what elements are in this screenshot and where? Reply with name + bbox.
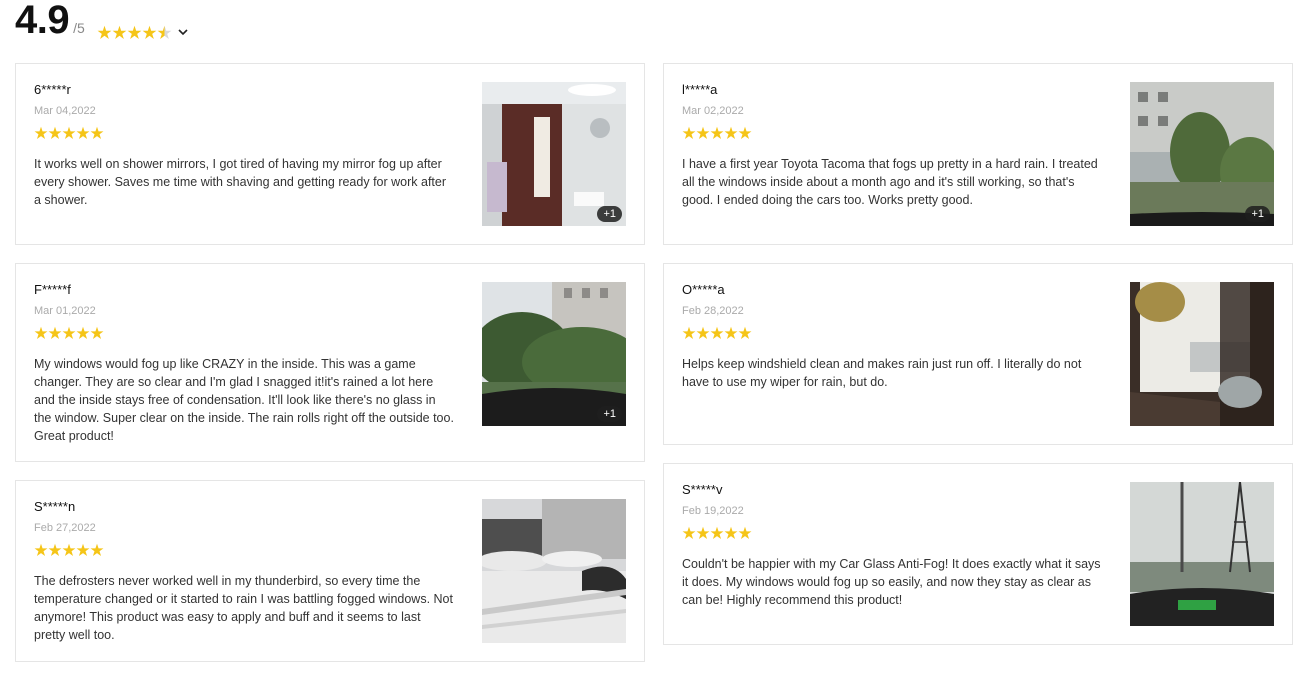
star-icon xyxy=(682,126,696,140)
more-photos-badge[interactable]: +1 xyxy=(597,206,622,222)
review-card: F*****f Mar 01,2022 My windows would fog … xyxy=(15,263,645,462)
review-date: Mar 01,2022 xyxy=(34,305,96,317)
star-icon xyxy=(710,126,724,140)
reviewer-name: 6*****r xyxy=(34,82,71,97)
review-card: S*****n Feb 27,2022 The defrosters never … xyxy=(15,480,645,662)
reviewer-name: O*****a xyxy=(682,282,725,297)
review-text: I have a first year Toyota Tacoma that f… xyxy=(682,157,1098,207)
star-icon xyxy=(696,526,710,540)
review-photo[interactable] xyxy=(482,499,626,643)
star-icon xyxy=(90,543,104,557)
review-text: Helps keep windshield clean and makes ra… xyxy=(682,357,1082,389)
more-photos-badge[interactable]: +1 xyxy=(597,406,622,422)
star-icon xyxy=(142,25,157,40)
star-icon xyxy=(696,326,710,340)
star-icon xyxy=(48,126,62,140)
reviewer-name: S*****v xyxy=(682,482,723,497)
review-text: Couldn't be happier with my Car Glass An… xyxy=(682,557,1101,607)
review-text: The defrosters never worked well in my t… xyxy=(34,574,453,642)
review-stars xyxy=(34,326,454,340)
star-icon xyxy=(34,543,48,557)
star-icon xyxy=(34,126,48,140)
star-icon xyxy=(724,526,738,540)
review-text: My windows would fog up like CRAZY in th… xyxy=(34,357,454,443)
review-body: S*****n Feb 27,2022 The defrosters never … xyxy=(34,499,454,644)
star-icon xyxy=(48,543,62,557)
reviews-column-left: 6*****r Mar 04,2022 It works well on show… xyxy=(15,63,645,680)
review-stars xyxy=(682,126,1102,140)
star-icon xyxy=(724,126,738,140)
star-icon xyxy=(682,526,696,540)
review-stars xyxy=(682,326,1102,340)
rating-summary: 4.9 /5 xyxy=(15,0,188,44)
score-max: /5 xyxy=(73,20,85,36)
star-icon xyxy=(90,126,104,140)
star-icon xyxy=(710,526,724,540)
chevron-down-icon[interactable] xyxy=(178,25,188,39)
more-photos-badge[interactable]: +1 xyxy=(1245,206,1270,222)
star-icon xyxy=(62,326,76,340)
review-date: Mar 04,2022 xyxy=(34,105,96,117)
star-icon xyxy=(157,25,172,40)
review-card: O*****a Feb 28,2022 Helps keep windshield… xyxy=(663,263,1293,445)
star-icon xyxy=(738,126,752,140)
star-icon xyxy=(76,543,90,557)
review-date: Feb 28,2022 xyxy=(682,305,744,317)
review-photo[interactable] xyxy=(1130,482,1274,626)
review-photo[interactable]: +1 xyxy=(1130,82,1274,226)
review-stars xyxy=(34,126,454,140)
review-body: F*****f Mar 01,2022 My windows would fog … xyxy=(34,282,454,445)
star-icon xyxy=(76,126,90,140)
star-icon xyxy=(48,326,62,340)
review-photo[interactable]: +1 xyxy=(482,282,626,426)
star-icon xyxy=(62,543,76,557)
review-body: l*****a Mar 02,2022 I have a first year T… xyxy=(682,82,1102,209)
star-icon xyxy=(696,126,710,140)
star-icon xyxy=(90,326,104,340)
star-icon xyxy=(76,326,90,340)
reviewer-name: l*****a xyxy=(682,82,718,97)
star-icon xyxy=(738,526,752,540)
review-photo[interactable] xyxy=(1130,282,1274,426)
review-text: It works well on shower mirrors, I got t… xyxy=(34,157,446,207)
review-card: S*****v Feb 19,2022 Couldn't be happier w… xyxy=(663,463,1293,645)
review-photo[interactable]: +1 xyxy=(482,82,626,226)
review-stars xyxy=(34,543,454,557)
star-icon xyxy=(112,25,127,40)
review-body: 6*****r Mar 04,2022 It works well on show… xyxy=(34,82,454,209)
review-body: S*****v Feb 19,2022 Couldn't be happier w… xyxy=(682,482,1102,609)
review-date: Feb 19,2022 xyxy=(682,505,744,517)
star-icon xyxy=(34,326,48,340)
star-icon xyxy=(724,326,738,340)
review-body: O*****a Feb 28,2022 Helps keep windshield… xyxy=(682,282,1102,391)
summary-stars xyxy=(97,25,172,40)
star-icon xyxy=(710,326,724,340)
average-score: 4.9 xyxy=(15,0,70,42)
star-icon xyxy=(127,25,142,40)
review-card: 6*****r Mar 04,2022 It works well on show… xyxy=(15,63,645,245)
review-date: Mar 02,2022 xyxy=(682,105,744,117)
review-date: Feb 27,2022 xyxy=(34,522,96,534)
reviewer-name: S*****n xyxy=(34,499,76,514)
reviewer-name: F*****f xyxy=(34,282,71,297)
star-icon xyxy=(682,326,696,340)
star-icon xyxy=(97,25,112,40)
star-icon xyxy=(62,126,76,140)
reviews-column-right: l*****a Mar 02,2022 I have a first year T… xyxy=(663,63,1293,663)
star-icon xyxy=(738,326,752,340)
review-stars xyxy=(682,526,1102,540)
review-card: l*****a Mar 02,2022 I have a first year T… xyxy=(663,63,1293,245)
